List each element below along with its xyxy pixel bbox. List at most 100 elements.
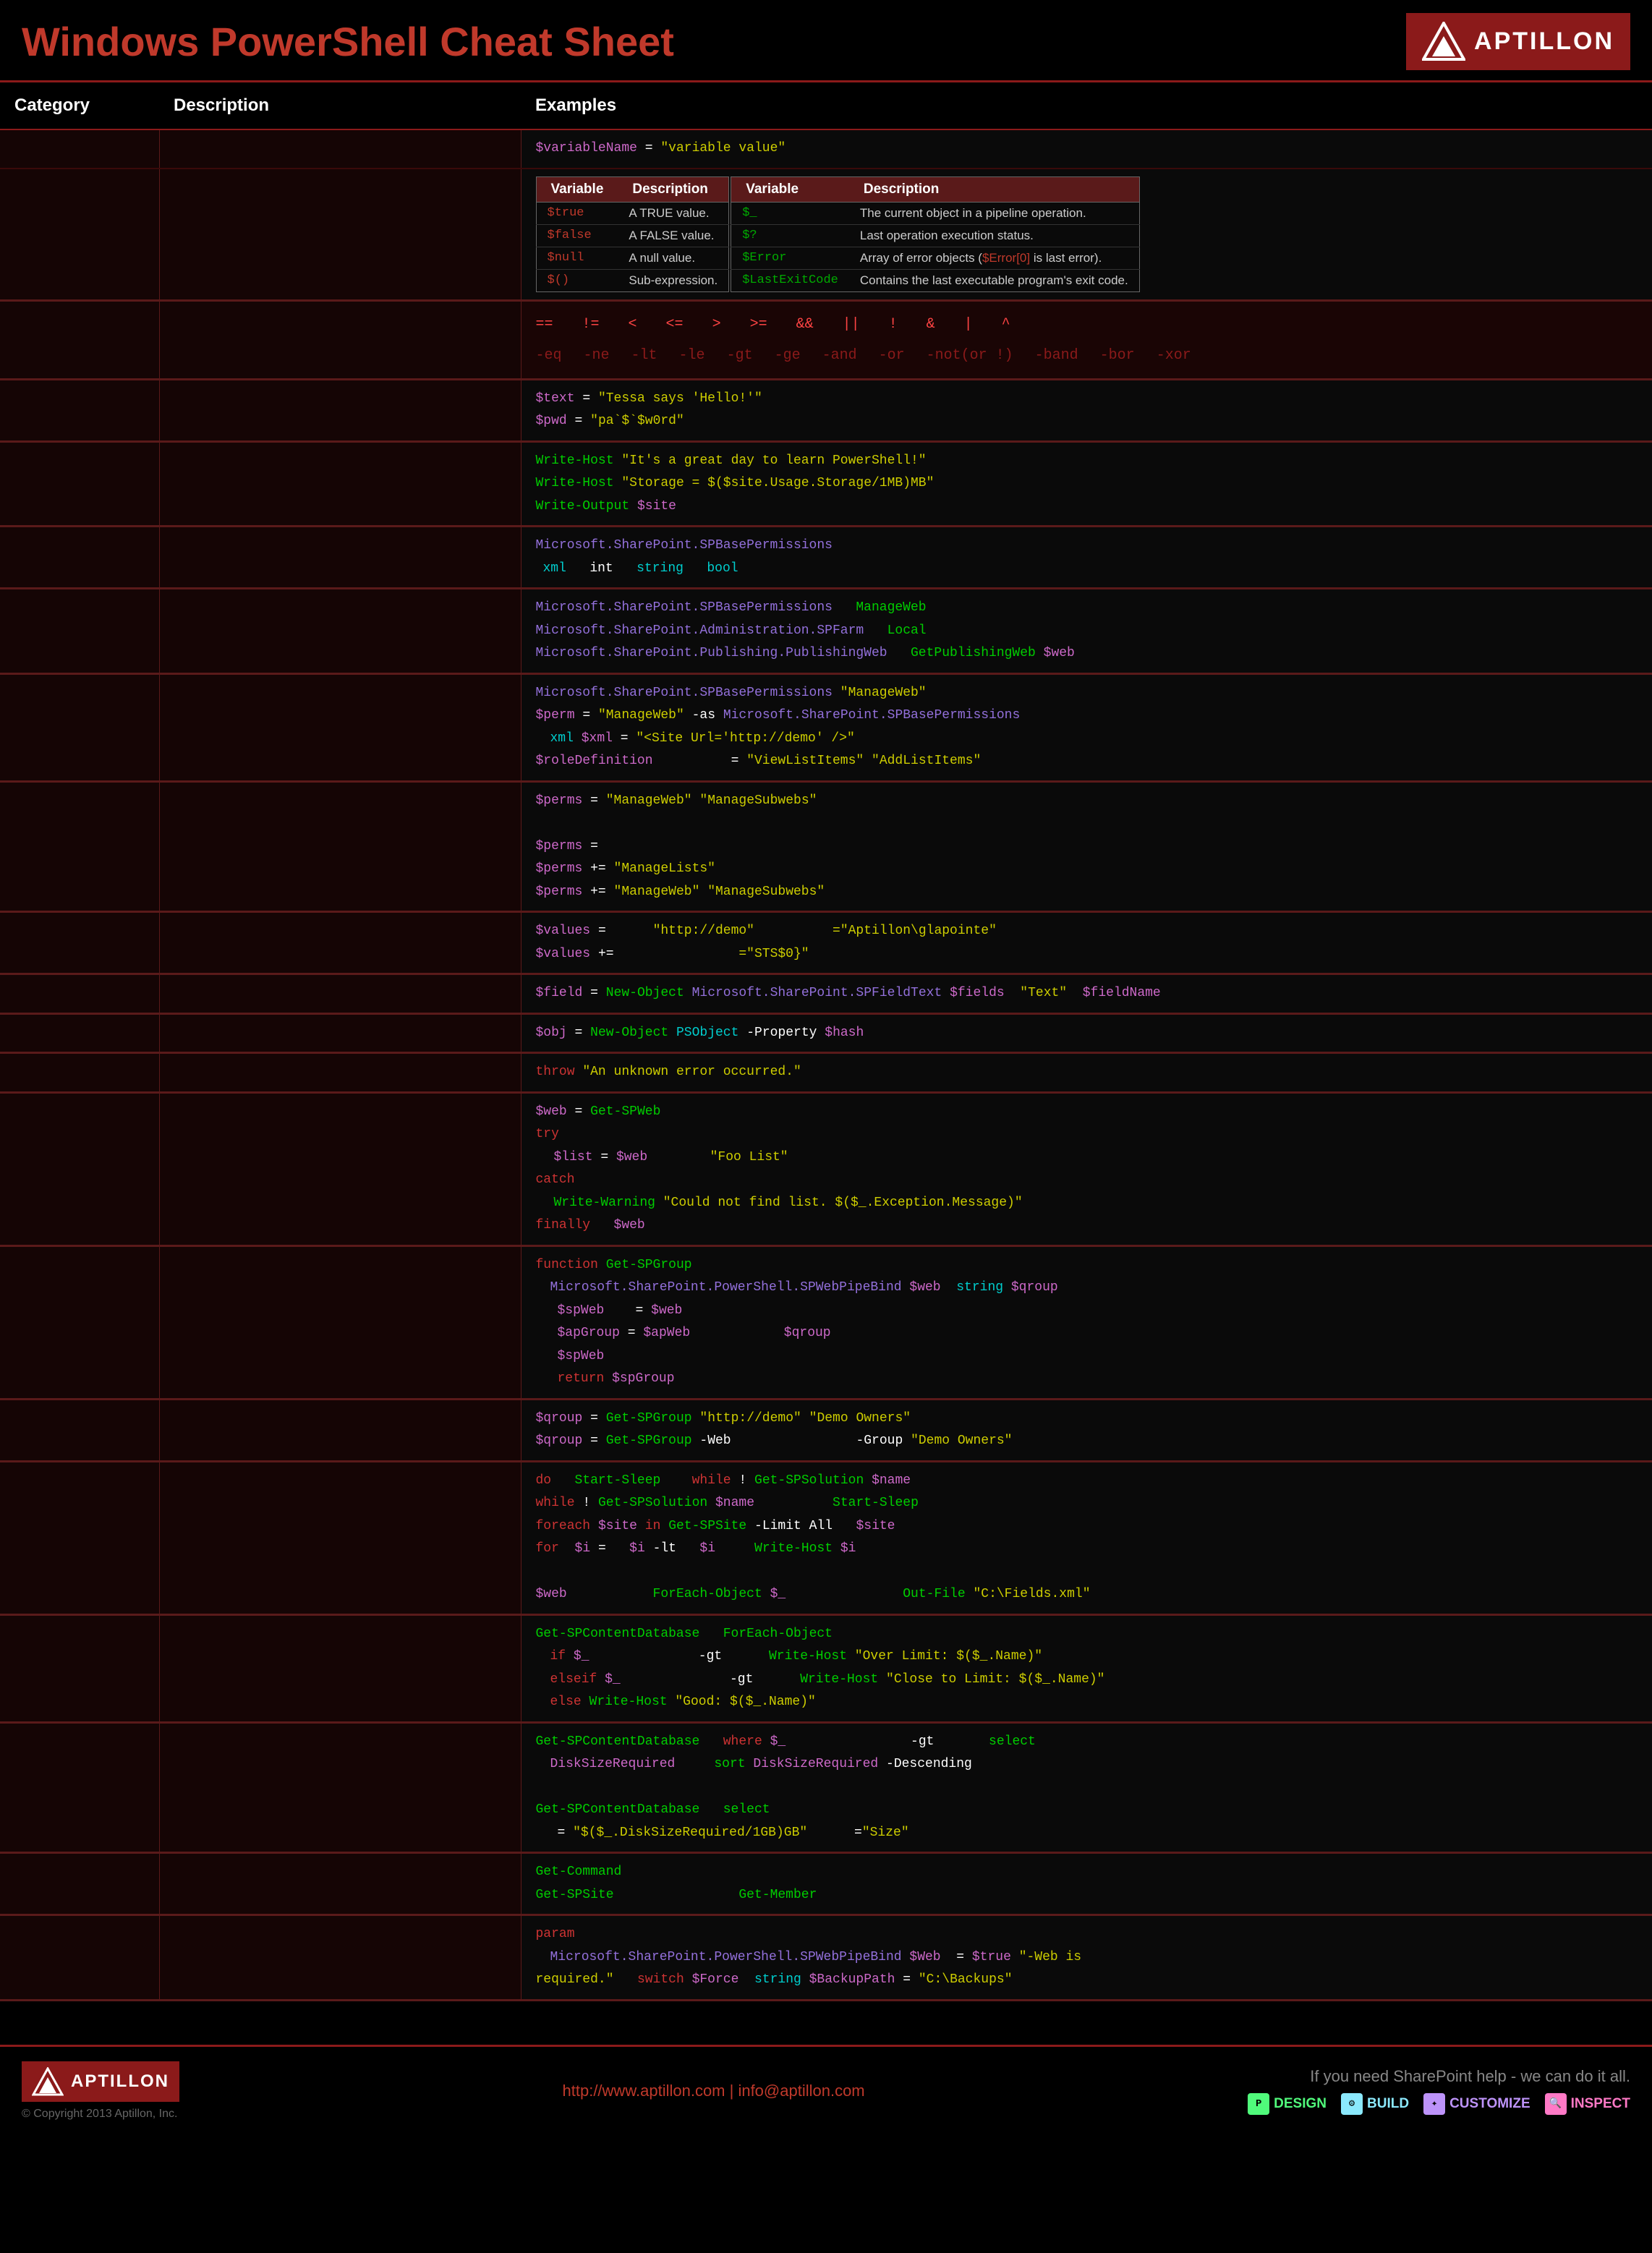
ex-throw: throw "An unknown error occurred." xyxy=(521,1054,1652,1091)
desc-output xyxy=(159,443,521,526)
table-row: function Get-SPGroup Microsoft.SharePoin… xyxy=(0,1247,1652,1398)
desc-newobj xyxy=(159,975,521,1013)
ex-vars-table: VariableDescription $trueA TRUE value. $… xyxy=(521,169,1652,299)
desc-variables xyxy=(159,130,521,168)
desc-function xyxy=(159,1247,521,1398)
table-row: Microsoft.SharePoint.SPBasePermissions x… xyxy=(0,527,1652,587)
col-category: Category xyxy=(0,90,159,122)
build-icon: ⚙ xyxy=(1341,2093,1363,2115)
footer-logo: APTILLON xyxy=(22,2061,179,2102)
cat-ifelse xyxy=(0,1616,159,1721)
ex-loops: do Start-Sleep while ! Get-SPSolution $n… xyxy=(521,1462,1652,1614)
table-row: do Start-Sleep while ! Get-SPSolution $n… xyxy=(0,1462,1652,1614)
ex-ops: ==!=<<=>>=&&||!&|^ -eq-ne-lt-le-gt-ge-an… xyxy=(521,302,1652,378)
ex-discovery: Get-Command Get-SPSite Get-Member xyxy=(521,1854,1652,1914)
service-build: ⚙ BUILD xyxy=(1341,2093,1409,2115)
footer-logo-icon xyxy=(32,2067,64,2096)
ex-perms2: $perms = "ManageWeb" "ManageSubwebs" $pe… xyxy=(521,783,1652,911)
ex-getspgroup: $qroup = Get-SPGroup "http://demo" "Demo… xyxy=(521,1400,1652,1460)
table-row: Microsoft.SharePoint.SPBasePermissions "… xyxy=(0,675,1652,780)
desc-strings xyxy=(159,380,521,440)
desc-loops xyxy=(159,1462,521,1614)
ex-psobj: $obj = New-Object PSObject -Property $ha… xyxy=(521,1015,1652,1052)
cat-strings xyxy=(0,380,159,440)
var-table-right: VariableDescription $_The current object… xyxy=(731,176,1139,292)
variable-tables: VariableDescription $trueA TRUE value. $… xyxy=(536,176,1638,292)
ex-enum: Microsoft.SharePoint.SPBasePermissions x… xyxy=(521,527,1652,587)
ex-permissions: Microsoft.SharePoint.SPBasePermissions "… xyxy=(521,675,1652,780)
desc-ifelse xyxy=(159,1616,521,1721)
table-row: throw "An unknown error occurred." xyxy=(0,1054,1652,1091)
ex-pipeline: Get-SPContentDatabase where $_ -gt selec… xyxy=(521,1724,1652,1852)
desc-param xyxy=(159,1916,521,1999)
footer-tagline: If you need SharePoint help - we can do … xyxy=(1248,2067,1630,2086)
table-row: $obj = New-Object PSObject -Property $ha… xyxy=(0,1015,1652,1052)
desc-perms2 xyxy=(159,783,521,911)
cat-param xyxy=(0,1916,159,1999)
ex-strings: $text = "Tessa says 'Hello!'" $pwd = "pa… xyxy=(521,380,1652,440)
cat-psobj xyxy=(0,1015,159,1052)
ex-trycatch: $web = Get-SPWeb try $list = $web "Foo L… xyxy=(521,1094,1652,1245)
footer-services: P DESIGN ⚙ BUILD ✦ CUSTOMIZE 🔍 INSPECT xyxy=(1248,2093,1630,2115)
ex-ifelse: Get-SPContentDatabase ForEach-Object if … xyxy=(521,1616,1652,1721)
ex-casting: Microsoft.SharePoint.SPBasePermissions M… xyxy=(521,589,1652,673)
ex-newobj: $field = New-Object Microsoft.SharePoint… xyxy=(521,975,1652,1013)
cat-discovery xyxy=(0,1854,159,1914)
table-row: Write-Host "It's a great day to learn Po… xyxy=(0,443,1652,526)
logo: APTILLON xyxy=(1406,13,1630,70)
table-row: Get-SPContentDatabase ForEach-Object if … xyxy=(0,1616,1652,1721)
desc-enum xyxy=(159,527,521,587)
cat-newobj xyxy=(0,975,159,1013)
footer-center: http://www.aptillon.com | info@aptillon.… xyxy=(563,2082,865,2100)
desc-ops xyxy=(159,302,521,378)
footer-copyright: © Copyright 2013 Aptillon, Inc. xyxy=(22,2108,179,2121)
logo-icon xyxy=(1422,22,1465,61)
table-row: Microsoft.SharePoint.SPBasePermissions M… xyxy=(0,589,1652,673)
table-row: $perms = "ManageWeb" "ManageSubwebs" $pe… xyxy=(0,783,1652,911)
table-row: $qroup = Get-SPGroup "http://demo" "Demo… xyxy=(0,1400,1652,1460)
table-row: $values = "http://demo" ="Aptillon\glapo… xyxy=(0,913,1652,973)
inspect-icon: 🔍 xyxy=(1545,2093,1567,2115)
footer-right: If you need SharePoint help - we can do … xyxy=(1248,2067,1630,2115)
table-row: Get-Command Get-SPSite Get-Member xyxy=(0,1854,1652,1914)
ex-variable-assign: $variableName = "variable value" xyxy=(521,130,1652,168)
desc-casting xyxy=(159,589,521,673)
cat-casting xyxy=(0,589,159,673)
desc-permissions xyxy=(159,675,521,780)
desc-getspgroup xyxy=(159,1400,521,1460)
cat-ops xyxy=(0,302,159,378)
footer-links: http://www.aptillon.com | info@aptillon.… xyxy=(563,2082,865,2100)
col-description: Description xyxy=(159,90,521,122)
header: Windows PowerShell Cheat Sheet APTILLON xyxy=(0,0,1652,82)
desc-hash xyxy=(159,913,521,973)
cat-throw xyxy=(0,1054,159,1091)
cat-vars-table xyxy=(0,169,159,299)
table-row: $text = "Tessa says 'Hello!'" $pwd = "pa… xyxy=(0,380,1652,440)
desc-discovery xyxy=(159,1854,521,1914)
desc-psobj xyxy=(159,1015,521,1052)
cat-hash xyxy=(0,913,159,973)
cat-perms2 xyxy=(0,783,159,911)
desc-pipeline xyxy=(159,1724,521,1852)
ex-param: param Microsoft.SharePoint.PowerShell.SP… xyxy=(521,1916,1652,1999)
column-headers: Category Description Examples xyxy=(0,82,1652,130)
desc-throw xyxy=(159,1054,521,1091)
ex-output: Write-Host "It's a great day to learn Po… xyxy=(521,443,1652,526)
footer: APTILLON © Copyright 2013 Aptillon, Inc.… xyxy=(0,2045,1652,2135)
cat-function xyxy=(0,1247,159,1398)
service-inspect: 🔍 INSPECT xyxy=(1545,2093,1630,2115)
table-row: Get-SPContentDatabase where $_ -gt selec… xyxy=(0,1724,1652,1852)
ex-hash: $values = "http://demo" ="Aptillon\glapo… xyxy=(521,913,1652,973)
cat-variables xyxy=(0,130,159,168)
ex-function: function Get-SPGroup Microsoft.SharePoin… xyxy=(521,1247,1652,1398)
cat-pipeline xyxy=(0,1724,159,1852)
cat-output xyxy=(0,443,159,526)
table-row: param Microsoft.SharePoint.PowerShell.SP… xyxy=(0,1916,1652,1999)
main-table: $variableName = "variable value" Variabl… xyxy=(0,130,1652,2001)
col-examples: Examples xyxy=(521,90,1652,122)
table-row: $web = Get-SPWeb try $list = $web "Foo L… xyxy=(0,1094,1652,1245)
design-icon: P xyxy=(1248,2093,1269,2115)
logo-text: APTILLON xyxy=(1474,27,1614,56)
cat-getspgroup xyxy=(0,1400,159,1460)
customize-icon: ✦ xyxy=(1423,2093,1445,2115)
